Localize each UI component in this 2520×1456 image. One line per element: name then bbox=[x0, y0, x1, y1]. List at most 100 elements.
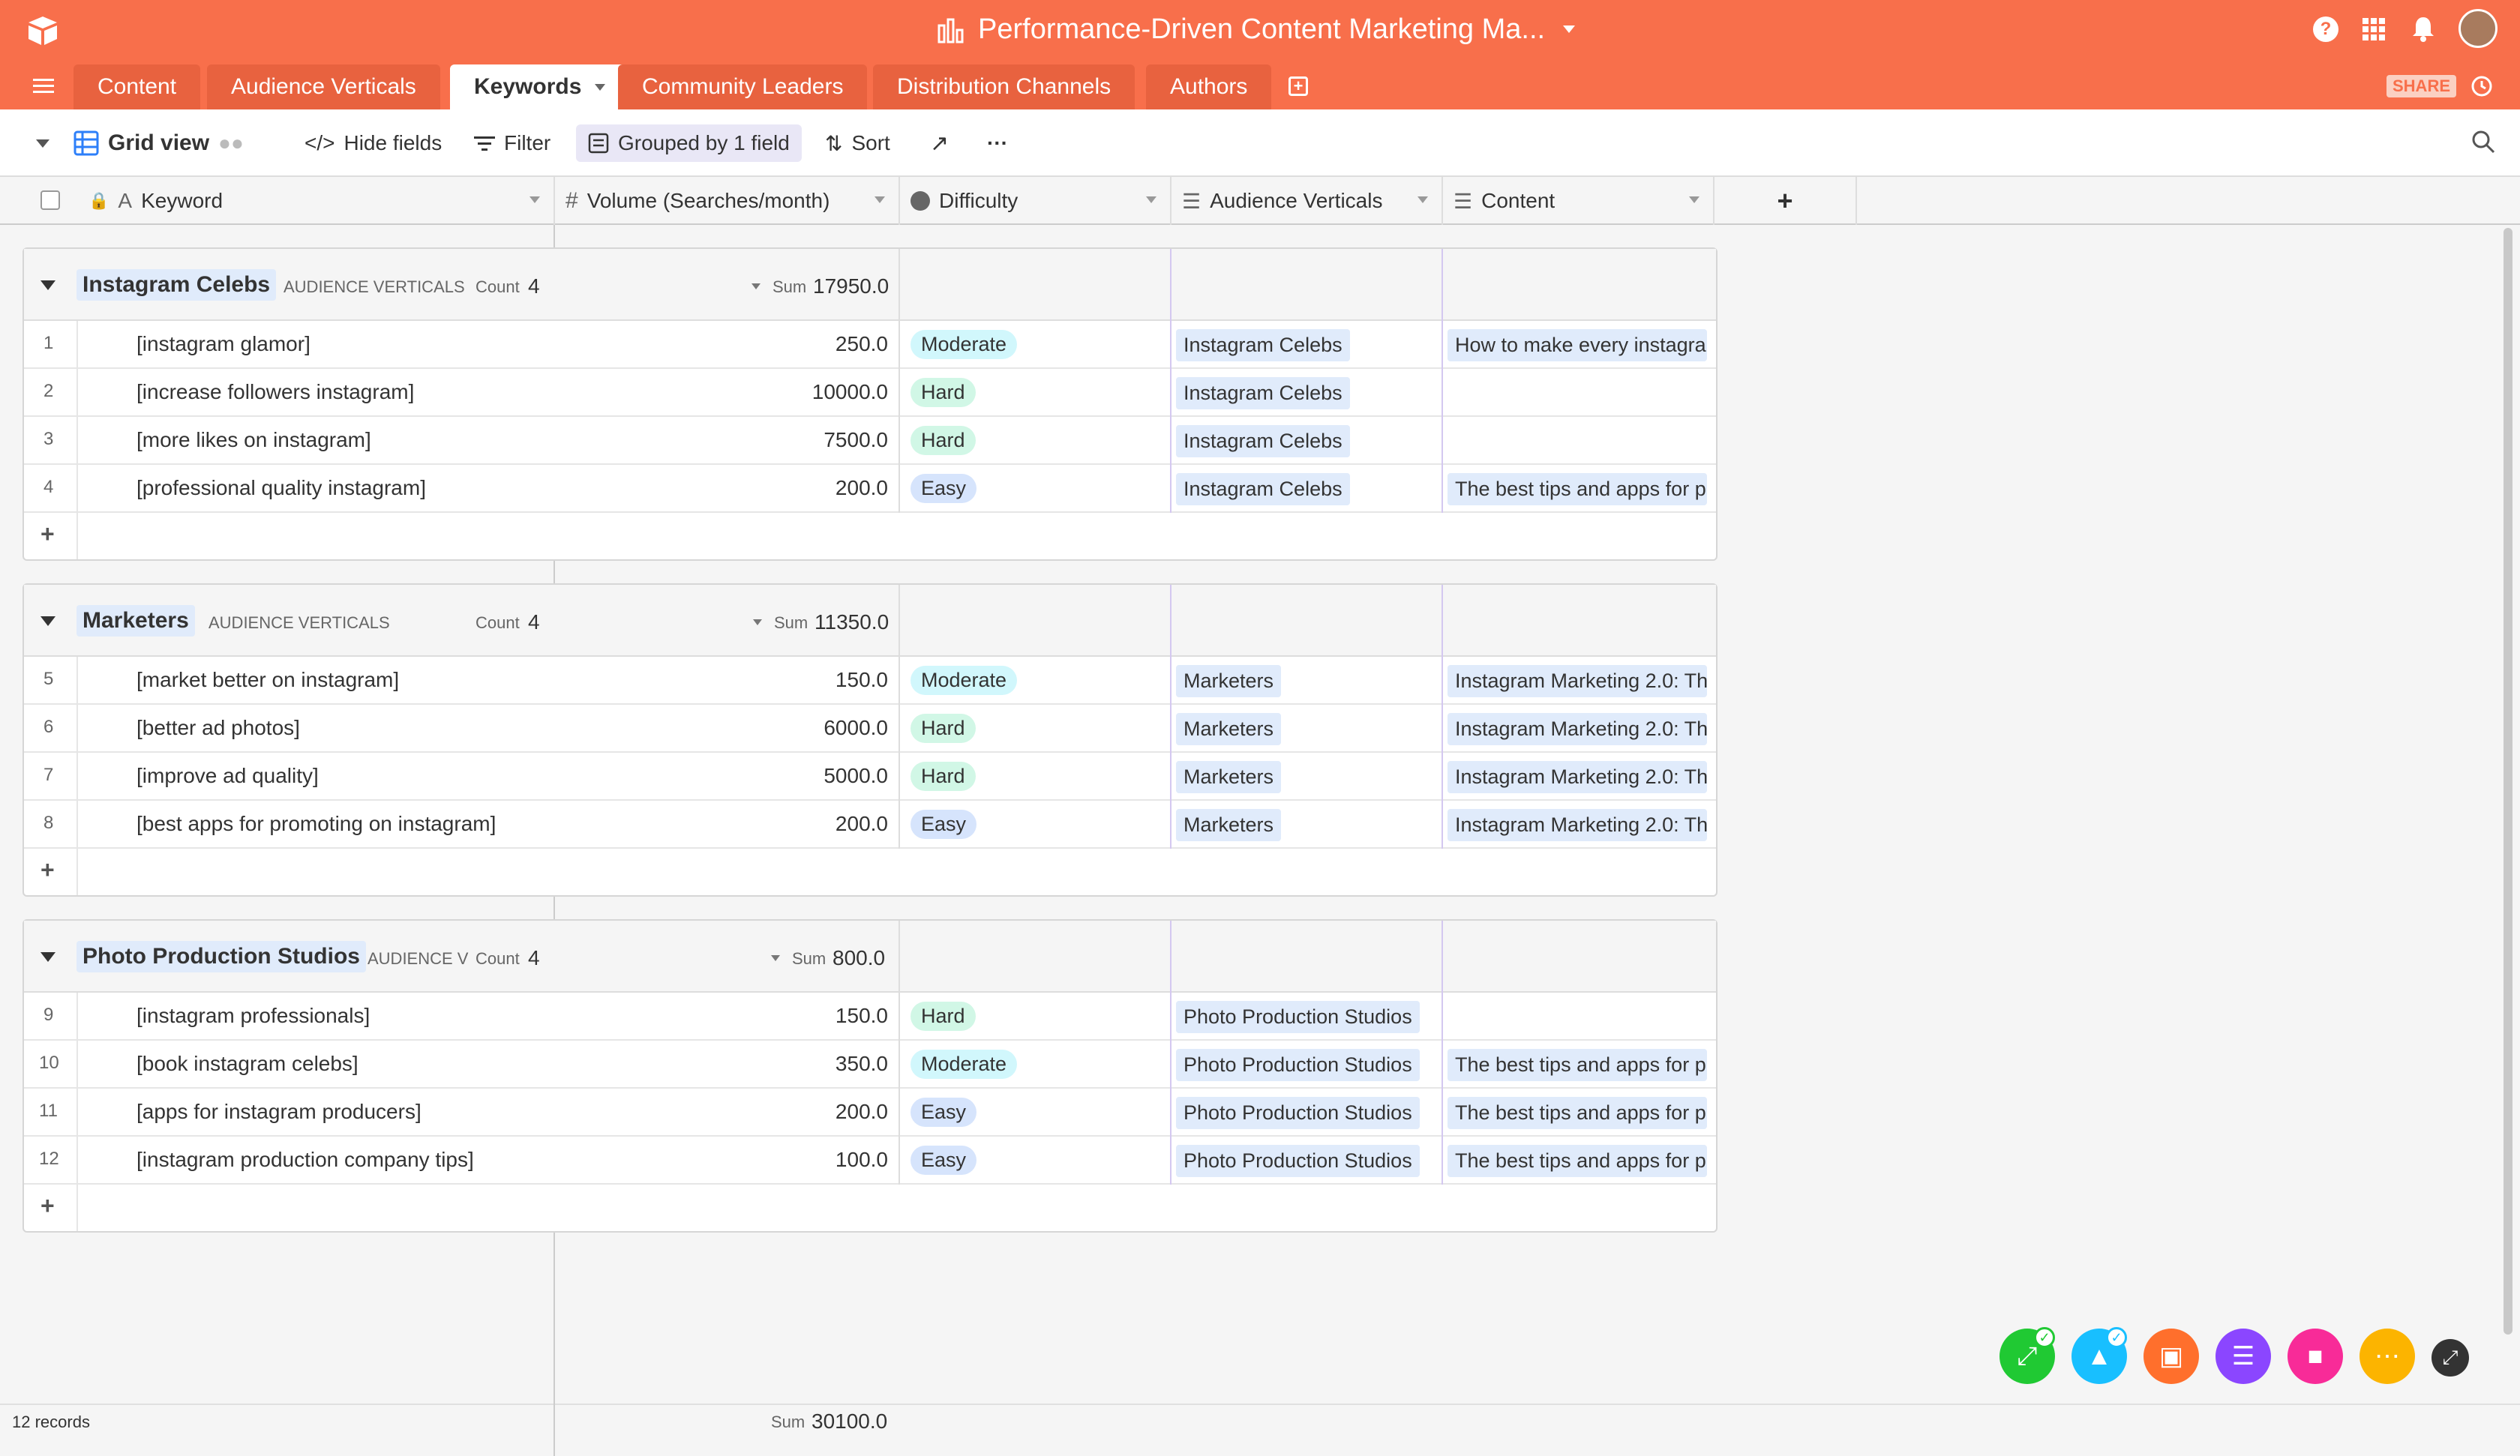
volume-cell[interactable]: 250.0 bbox=[750, 332, 888, 356]
volume-cell[interactable]: 100.0 bbox=[750, 1148, 888, 1172]
keyword-cell[interactable]: [apps for instagram producers] bbox=[136, 1100, 422, 1124]
collapse-group-icon[interactable] bbox=[40, 280, 56, 290]
tab-community-leaders[interactable]: Community Leaders bbox=[618, 64, 868, 109]
column-menu-caret-icon[interactable] bbox=[1418, 196, 1428, 203]
help-icon[interactable]: ? bbox=[2313, 16, 2338, 42]
tab-dropdown-icon[interactable] bbox=[595, 83, 606, 91]
difficulty-pill[interactable]: Moderate bbox=[910, 1050, 1018, 1079]
difficulty-pill[interactable]: Easy bbox=[910, 810, 977, 839]
vertical-scrollbar[interactable] bbox=[2504, 228, 2512, 1335]
audience-chip[interactable]: Photo Production Studios bbox=[1176, 1145, 1420, 1177]
volume-cell[interactable]: 350.0 bbox=[750, 1052, 888, 1076]
add-table-icon[interactable]: + bbox=[1288, 76, 1308, 96]
tab-content[interactable]: Content bbox=[74, 64, 201, 109]
volume-cell[interactable]: 200.0 bbox=[750, 476, 888, 500]
collapse-apps-button[interactable]: ⤢ bbox=[2432, 1339, 2469, 1377]
tab-authors[interactable]: Authors bbox=[1146, 64, 1272, 109]
collapse-group-icon[interactable] bbox=[40, 616, 56, 626]
difficulty-pill[interactable]: Hard bbox=[910, 714, 976, 743]
difficulty-pill[interactable]: Hard bbox=[910, 426, 976, 455]
tab-keywords[interactable]: Keywords bbox=[450, 64, 630, 109]
sum-dropdown-icon[interactable] bbox=[771, 955, 780, 961]
difficulty-pill[interactable]: Easy bbox=[910, 474, 977, 503]
difficulty-pill[interactable]: Moderate bbox=[910, 330, 1018, 359]
add-field-button[interactable]: + bbox=[1714, 177, 1857, 225]
share-view-icon[interactable]: ↗ bbox=[930, 109, 949, 177]
volume-cell[interactable]: 7500.0 bbox=[750, 428, 888, 452]
audience-chip[interactable]: Marketers bbox=[1176, 665, 1282, 697]
volume-cell[interactable]: 5000.0 bbox=[750, 764, 888, 788]
base-title[interactable]: Performance-Driven Content Marketing Ma.… bbox=[978, 13, 1545, 46]
volume-cell[interactable]: 6000.0 bbox=[750, 716, 888, 740]
hide-fields-button[interactable]: </> Hide fields bbox=[304, 109, 442, 177]
difficulty-pill[interactable]: Moderate bbox=[910, 666, 1018, 695]
column-menu-caret-icon[interactable] bbox=[874, 196, 885, 203]
tab-distribution-channels[interactable]: Distribution Channels bbox=[873, 64, 1136, 109]
add-record-button[interactable]: + bbox=[40, 520, 55, 548]
content-chip[interactable]: Instagram Marketing 2.0: Th bbox=[1448, 665, 1707, 697]
title-dropdown-icon[interactable] bbox=[1563, 25, 1575, 33]
keyword-cell[interactable]: [instagram glamor] bbox=[136, 332, 310, 356]
sum-dropdown-icon[interactable] bbox=[752, 283, 760, 289]
audience-chip[interactable]: Instagram Celebs bbox=[1176, 473, 1350, 505]
difficulty-pill[interactable]: Easy bbox=[910, 1146, 977, 1175]
column-header-content[interactable]: ☰ Content bbox=[1443, 177, 1714, 225]
column-header-keyword[interactable]: 🔒 A Keyword bbox=[78, 177, 555, 225]
audience-chip[interactable]: Photo Production Studios bbox=[1176, 1097, 1420, 1129]
volume-cell[interactable]: 10000.0 bbox=[750, 380, 888, 404]
select-all-checkbox[interactable] bbox=[40, 190, 60, 210]
sum-dropdown-icon[interactable] bbox=[753, 619, 762, 625]
chat-app-button[interactable]: ■ bbox=[2288, 1329, 2343, 1384]
column-header-audience-verticals[interactable]: ☰ Audience Verticals bbox=[1172, 177, 1443, 225]
column-menu-caret-icon[interactable] bbox=[1146, 196, 1156, 203]
gallery-app-button[interactable]: ▣ bbox=[2144, 1329, 2199, 1384]
audience-chip[interactable]: Instagram Celebs bbox=[1176, 329, 1350, 361]
keyword-cell[interactable]: [book instagram celebs] bbox=[136, 1052, 358, 1076]
user-avatar[interactable] bbox=[2458, 9, 2498, 48]
grouped-by-button[interactable]: Grouped by 1 field bbox=[576, 124, 802, 162]
keyword-cell[interactable]: [improve ad quality] bbox=[136, 764, 319, 788]
audience-chip[interactable]: Marketers bbox=[1176, 713, 1282, 745]
keyword-cell[interactable]: [best apps for promoting on instagram] bbox=[136, 812, 496, 836]
list-app-button[interactable]: ☰ bbox=[2216, 1329, 2271, 1384]
audience-chip[interactable]: Photo Production Studios bbox=[1176, 1049, 1420, 1081]
column-header-difficulty[interactable]: Difficulty bbox=[900, 177, 1172, 225]
difficulty-pill[interactable]: Easy bbox=[910, 1098, 977, 1127]
content-chip[interactable]: The best tips and apps for p bbox=[1448, 1097, 1707, 1129]
difficulty-pill[interactable]: Hard bbox=[910, 762, 976, 791]
tab-audience-verticals[interactable]: Audience Verticals bbox=[207, 64, 440, 109]
filter-button[interactable]: Filter bbox=[474, 109, 550, 177]
keyword-cell[interactable]: [instagram production company tips] bbox=[136, 1148, 474, 1172]
content-chip[interactable]: The best tips and apps for p bbox=[1448, 1049, 1707, 1081]
content-chip[interactable]: How to make every instagram bbox=[1448, 329, 1707, 361]
difficulty-pill[interactable]: Hard bbox=[910, 1002, 976, 1031]
audience-chip[interactable]: Instagram Celebs bbox=[1176, 377, 1350, 409]
content-chip[interactable]: The best tips and apps for p bbox=[1448, 473, 1707, 505]
history-icon[interactable] bbox=[2469, 73, 2494, 99]
app-logo-icon[interactable] bbox=[26, 13, 60, 48]
keyword-cell[interactable]: [more likes on instagram] bbox=[136, 428, 371, 452]
column-header-volume[interactable]: # Volume (Searches/month) bbox=[555, 177, 900, 225]
difficulty-pill[interactable]: Hard bbox=[910, 378, 976, 407]
keyword-cell[interactable]: [better ad photos] bbox=[136, 716, 300, 740]
view-switcher-caret-icon[interactable] bbox=[36, 139, 50, 148]
keyword-cell[interactable]: [market better on instagram] bbox=[136, 668, 399, 692]
collapse-group-icon[interactable] bbox=[40, 952, 56, 962]
notifications-bell-icon[interactable] bbox=[2410, 15, 2436, 42]
audience-chip[interactable]: Marketers bbox=[1176, 761, 1282, 793]
more-apps-button[interactable]: ⋯ bbox=[2360, 1329, 2415, 1384]
column-menu-caret-icon[interactable] bbox=[530, 196, 540, 203]
audience-chip[interactable]: Photo Production Studios bbox=[1176, 1001, 1420, 1033]
keyword-cell[interactable]: [professional quality instagram] bbox=[136, 476, 426, 500]
keyword-cell[interactable]: [increase followers instagram] bbox=[136, 380, 414, 404]
search-icon[interactable] bbox=[2470, 129, 2496, 154]
volume-cell[interactable]: 200.0 bbox=[750, 1100, 888, 1124]
volume-cell[interactable]: 200.0 bbox=[750, 812, 888, 836]
volume-cell[interactable]: 150.0 bbox=[750, 1004, 888, 1028]
audience-chip[interactable]: Instagram Celebs bbox=[1176, 425, 1350, 457]
hamburger-menu-icon[interactable] bbox=[33, 78, 54, 94]
content-chip[interactable]: Instagram Marketing 2.0: Th bbox=[1448, 713, 1707, 745]
volume-cell[interactable]: 150.0 bbox=[750, 668, 888, 692]
share-button[interactable]: SHARE bbox=[2386, 75, 2457, 97]
content-chip[interactable]: Instagram Marketing 2.0: Th bbox=[1448, 761, 1707, 793]
